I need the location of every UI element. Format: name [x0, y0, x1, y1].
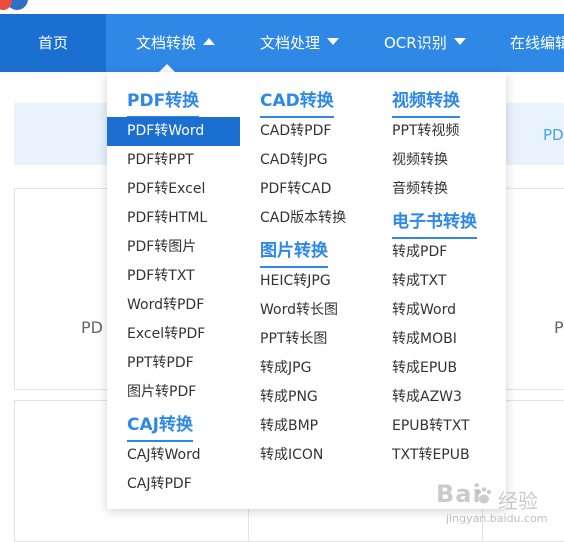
menu-item-audio-convert[interactable]: 音频转换 — [392, 175, 448, 204]
site-logo[interactable] — [0, 0, 32, 12]
menu-item-cad-to-pdf[interactable]: CAD转PDF — [260, 117, 331, 146]
paw-icon — [476, 487, 492, 504]
menu-item-pdf-to-excel[interactable]: PDF转Excel — [127, 175, 205, 204]
banner-text: PD — [543, 126, 564, 144]
menu-item-pdf-to-html[interactable]: PDF转HTML — [127, 204, 207, 233]
menu-item-ebook-to-word[interactable]: 转成Word — [392, 296, 456, 325]
menu-item-ebook-to-mobi[interactable]: 转成MOBI — [392, 325, 457, 354]
nav-home-label: 首页 — [37, 34, 68, 52]
menu-item-pdf-to-txt[interactable]: PDF转TXT — [127, 262, 195, 291]
menu-item-word-to-pdf[interactable]: Word转PDF — [127, 291, 204, 320]
tool-card-label: P — [554, 318, 564, 337]
nav-ocr[interactable]: OCR识别 — [384, 14, 466, 72]
nav-doc-convert[interactable]: 文档转换 — [136, 14, 216, 72]
heading-caj: CAJ转换 — [127, 410, 193, 442]
watermark-url: jingyan.baidu.com — [446, 512, 548, 525]
nav-doc-convert-label: 文档转换 — [136, 34, 197, 52]
menu-item-ebook-to-azw3[interactable]: 转成AZW3 — [392, 383, 462, 412]
menu-item-txt-to-epub[interactable]: TXT转EPUB — [392, 441, 470, 470]
menu-item-cad-version[interactable]: CAD版本转换 — [260, 204, 346, 233]
top-strip — [0, 0, 564, 14]
menu-item-ebook-to-epub[interactable]: 转成EPUB — [392, 354, 457, 383]
menu-item-caj-to-word[interactable]: CAJ转Word — [127, 441, 200, 470]
chevron-up-icon — [203, 38, 216, 45]
menu-item-ppt-to-video[interactable]: PPT转视频 — [392, 117, 459, 146]
menu-item-ppt-to-pdf[interactable]: PPT转PDF — [127, 349, 194, 378]
nav-doc-process-label: 文档处理 — [260, 34, 321, 52]
nav-online-edit-label: 在线编辑 — [510, 34, 564, 52]
menu-item-pdf-to-cad[interactable]: PDF转CAD — [260, 175, 331, 204]
doc-convert-dropdown: PDF转换 PDF转Word PDF转PPT PDF转Excel PDF转HTM… — [107, 72, 506, 509]
menu-item-pdf-to-word[interactable]: PDF转Word — [107, 117, 240, 146]
menu-item-to-icon[interactable]: 转成ICON — [260, 441, 323, 470]
baidu-jingyan-watermark: Bai 经验 jingyan.baidu.com — [436, 480, 564, 528]
menu-item-cad-to-jpg[interactable]: CAD转JPG — [260, 146, 328, 175]
menu-item-video-convert[interactable]: 视频转换 — [392, 146, 448, 175]
menu-item-ebook-to-txt[interactable]: 转成TXT — [392, 267, 446, 296]
menu-item-ppt-to-long-image[interactable]: PPT转长图 — [260, 325, 327, 354]
menu-item-word-to-long-image[interactable]: Word转长图 — [260, 296, 338, 325]
heading-cad: CAD转换 — [260, 86, 334, 118]
menu-item-ebook-to-pdf[interactable]: 转成PDF — [392, 238, 447, 267]
heading-image: 图片转换 — [260, 236, 328, 268]
chevron-down-icon — [453, 38, 466, 45]
menu-item-heic-to-jpg[interactable]: HEIC转JPG — [260, 267, 331, 296]
heading-ebook: 电子书转换 — [392, 207, 477, 239]
tool-card-label: PD — [81, 318, 103, 337]
menu-item-pdf-to-image[interactable]: PDF转图片 — [127, 233, 196, 262]
menu-item-caj-to-pdf[interactable]: CAJ转PDF — [127, 470, 192, 499]
menu-item-to-bmp[interactable]: 转成BMP — [260, 412, 318, 441]
nav-ocr-label: OCR识别 — [384, 34, 447, 52]
nav-online-edit[interactable]: 在线编辑 — [510, 14, 564, 72]
nav-home[interactable]: 首页 — [0, 14, 106, 72]
watermark-suffix: 经验 — [498, 489, 538, 513]
heading-video: 视频转换 — [392, 86, 460, 118]
main-nav: 首页 文档转换 文档处理 OCR识别 在线编辑 — [0, 14, 564, 72]
chevron-down-icon — [327, 38, 340, 45]
dropdown-caret — [159, 64, 175, 72]
menu-item-excel-to-pdf[interactable]: Excel转PDF — [127, 320, 205, 349]
menu-item-to-jpg[interactable]: 转成JPG — [260, 354, 311, 383]
menu-item-pdf-to-ppt[interactable]: PDF转PPT — [127, 146, 194, 175]
menu-item-epub-to-txt[interactable]: EPUB转TXT — [392, 412, 470, 441]
nav-doc-process[interactable]: 文档处理 — [260, 14, 340, 72]
menu-item-to-png[interactable]: 转成PNG — [260, 383, 318, 412]
heading-pdf: PDF转换 — [127, 86, 200, 118]
menu-item-image-to-pdf[interactable]: 图片转PDF — [127, 378, 196, 407]
